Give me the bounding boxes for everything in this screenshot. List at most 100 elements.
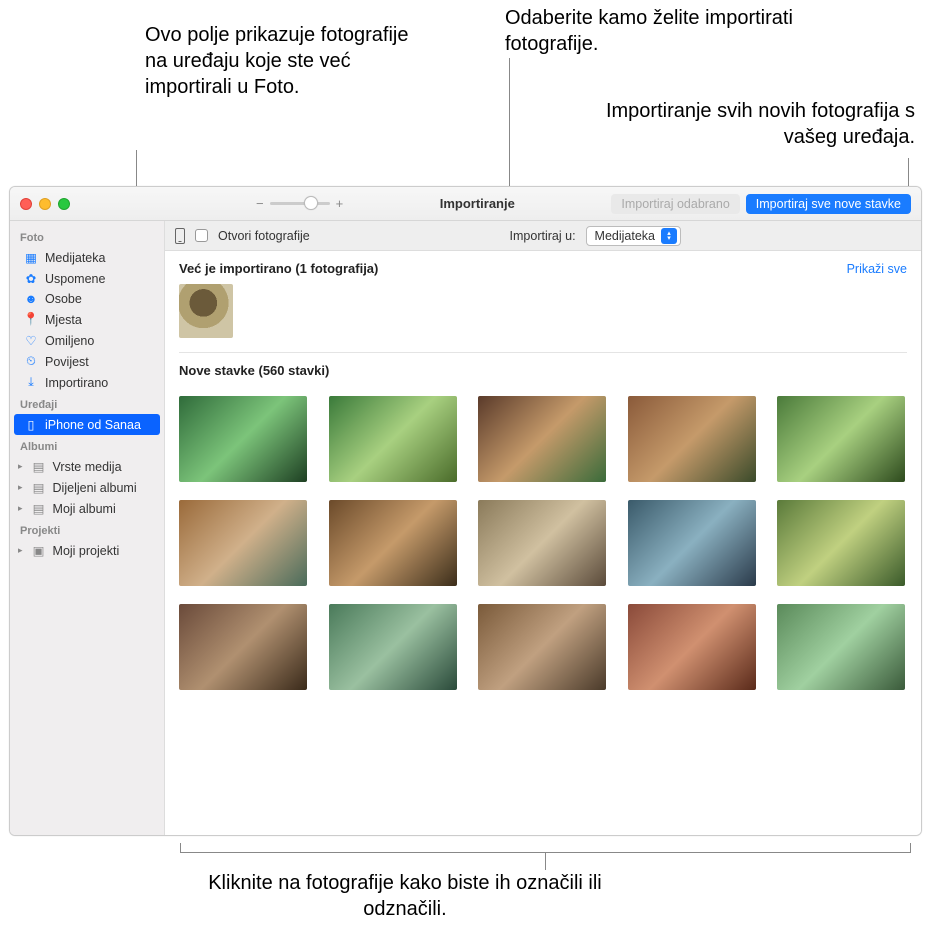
photos-icon: ▦ (24, 250, 38, 265)
divider (179, 352, 907, 353)
sidebar-item-recents[interactable]: ⏲ Povijest (10, 351, 164, 372)
photo-thumbnail[interactable] (777, 500, 905, 586)
disclosure-icon[interactable]: ▸ (18, 503, 23, 514)
annotation-import-all: Importiranje svih novih fotografija s va… (555, 98, 915, 150)
stack-icon: ▤ (32, 501, 46, 516)
sidebar-item-memories[interactable]: ✿ Uspomene (10, 268, 164, 289)
pin-icon: 📍 (24, 312, 38, 327)
sidebar-heading-devices: Uređaji (10, 393, 164, 414)
already-imported-header: Već je importirano (1 fotografija) Prika… (165, 251, 921, 284)
device-phone-icon (175, 228, 185, 244)
sidebar-item-media-types[interactable]: ▸ ▤ Vrste medija (10, 456, 164, 477)
open-photos-checkbox[interactable] (195, 229, 208, 242)
photo-thumbnail[interactable] (329, 604, 457, 690)
sidebar-item-my-albums[interactable]: ▸ ▤ Moji albumi (10, 498, 164, 519)
app-window: − + Importiranje Importiraj odabrano Imp… (9, 186, 922, 836)
sidebar-heading-projects: Projekti (10, 519, 164, 540)
photo-thumbnail[interactable] (329, 396, 457, 482)
zoom-out-label: − (256, 196, 264, 211)
new-items-header: Nove stavke (560 stavki) (165, 357, 921, 386)
import-toolbar: Otvori fotografije Importiraj u: Medijat… (165, 221, 921, 251)
sidebar-item-people[interactable]: ☻ Osobe (10, 289, 164, 309)
sidebar-item-label: Omiljeno (45, 334, 94, 348)
stack-icon: ▣ (32, 543, 46, 558)
photo-thumbnail[interactable] (628, 500, 756, 586)
photo-thumbnail[interactable] (179, 396, 307, 482)
sidebar-item-device-iphone[interactable]: ▯ iPhone od Sanaa (14, 414, 160, 435)
photo-thumbnail[interactable] (179, 500, 307, 586)
fullscreen-icon[interactable] (58, 198, 70, 210)
sidebar-item-places[interactable]: 📍 Mjesta (10, 309, 164, 330)
import-selected-button[interactable]: Importiraj odabrano (611, 194, 739, 214)
import-all-new-button[interactable]: Importiraj sve nove stavke (746, 194, 911, 214)
chevron-updown-icon: ▴▾ (661, 228, 677, 244)
sidebar-heading-albums: Albumi (10, 435, 164, 456)
zoom-slider[interactable]: − + (256, 196, 343, 211)
minimize-icon[interactable] (39, 198, 51, 210)
main-pane: Otvori fotografije Importiraj u: Medijat… (165, 221, 921, 835)
sidebar-item-label: Vrste medija (53, 460, 122, 474)
sidebar: Foto ▦ Medijateka ✿ Uspomene ☻ Osobe 📍 Mjest… (10, 221, 165, 835)
sidebar-item-label: iPhone od Sanaa (45, 418, 141, 432)
disclosure-icon[interactable]: ▸ (18, 482, 23, 493)
photo-thumbnail[interactable] (329, 500, 457, 586)
photo-thumbnail[interactable] (179, 604, 307, 690)
sidebar-item-label: Importirano (45, 376, 108, 390)
close-icon[interactable] (20, 198, 32, 210)
sidebar-item-label: Uspomene (45, 272, 105, 286)
sidebar-item-label: Medijateka (45, 251, 105, 265)
show-all-link[interactable]: Prikaži sve (847, 262, 907, 276)
photo-thumbnail[interactable] (478, 500, 606, 586)
new-items-title: Nove stavke (560 stavki) (179, 363, 329, 378)
sidebar-item-library[interactable]: ▦ Medijateka (10, 247, 164, 268)
callout-line (908, 158, 909, 188)
memories-icon: ✿ (24, 271, 38, 286)
heart-icon: ♡ (24, 333, 38, 348)
slider-thumb[interactable] (304, 196, 318, 210)
stack-icon: ▤ (32, 459, 46, 474)
callout-line (180, 843, 181, 853)
photo-thumbnail[interactable] (777, 604, 905, 690)
sidebar-item-label: Dijeljeni albumi (53, 481, 137, 495)
annotation-click-select: Kliknite na fotografije kako biste ih oz… (180, 870, 630, 922)
people-icon: ☻ (24, 292, 38, 306)
sidebar-heading-foto: Foto (10, 226, 164, 247)
new-items-grid (165, 386, 921, 700)
photo-thumbnail[interactable] (478, 396, 606, 482)
window-controls (20, 198, 70, 210)
photo-thumbnail[interactable] (478, 604, 606, 690)
sidebar-item-my-projects[interactable]: ▸ ▣ Moji projekti (10, 540, 164, 561)
sidebar-item-imported[interactable]: ⤓ Importirano (10, 372, 164, 393)
phone-icon: ▯ (24, 417, 38, 432)
sidebar-item-label: Osobe (45, 292, 82, 306)
annotation-already-imported: Ovo polje prikazuje fotografije na uređa… (145, 22, 425, 100)
slider-track[interactable] (270, 202, 330, 205)
sidebar-item-label: Moji albumi (53, 502, 116, 516)
disclosure-icon[interactable]: ▸ (18, 545, 23, 556)
zoom-in-label: + (336, 196, 344, 211)
already-imported-title: Već je importirano (1 fotografija) (179, 261, 378, 276)
annotation-destination: Odaberite kamo želite importirati fotogr… (505, 5, 805, 57)
content-area: Već je importirano (1 fotografija) Prika… (165, 251, 921, 835)
import-to-label: Importiraj u: (510, 229, 576, 243)
callout-line (910, 843, 911, 853)
import-to-value: Medijateka (595, 229, 655, 243)
import-icon: ⤓ (24, 375, 38, 390)
sidebar-item-label: Povijest (45, 355, 89, 369)
photo-thumbnail[interactable] (628, 604, 756, 690)
photo-thumbnail[interactable] (777, 396, 905, 482)
photo-thumbnail[interactable] (179, 284, 233, 338)
clock-icon: ⏲ (24, 354, 38, 369)
import-to-select[interactable]: Medijateka ▴▾ (586, 226, 681, 246)
open-photos-label: Otvori fotografije (218, 229, 310, 243)
sidebar-item-label: Moji projekti (53, 544, 120, 558)
titlebar: − + Importiranje Importiraj odabrano Imp… (10, 187, 921, 221)
window-title: Importiranje (349, 196, 605, 211)
already-imported-row (165, 284, 921, 348)
sidebar-item-favorites[interactable]: ♡ Omiljeno (10, 330, 164, 351)
photo-thumbnail[interactable] (628, 396, 756, 482)
disclosure-icon[interactable]: ▸ (18, 461, 23, 472)
sidebar-item-label: Mjesta (45, 313, 82, 327)
callout-line (545, 852, 546, 870)
sidebar-item-shared-albums[interactable]: ▸▤Dijeljeni albumi (10, 477, 164, 498)
